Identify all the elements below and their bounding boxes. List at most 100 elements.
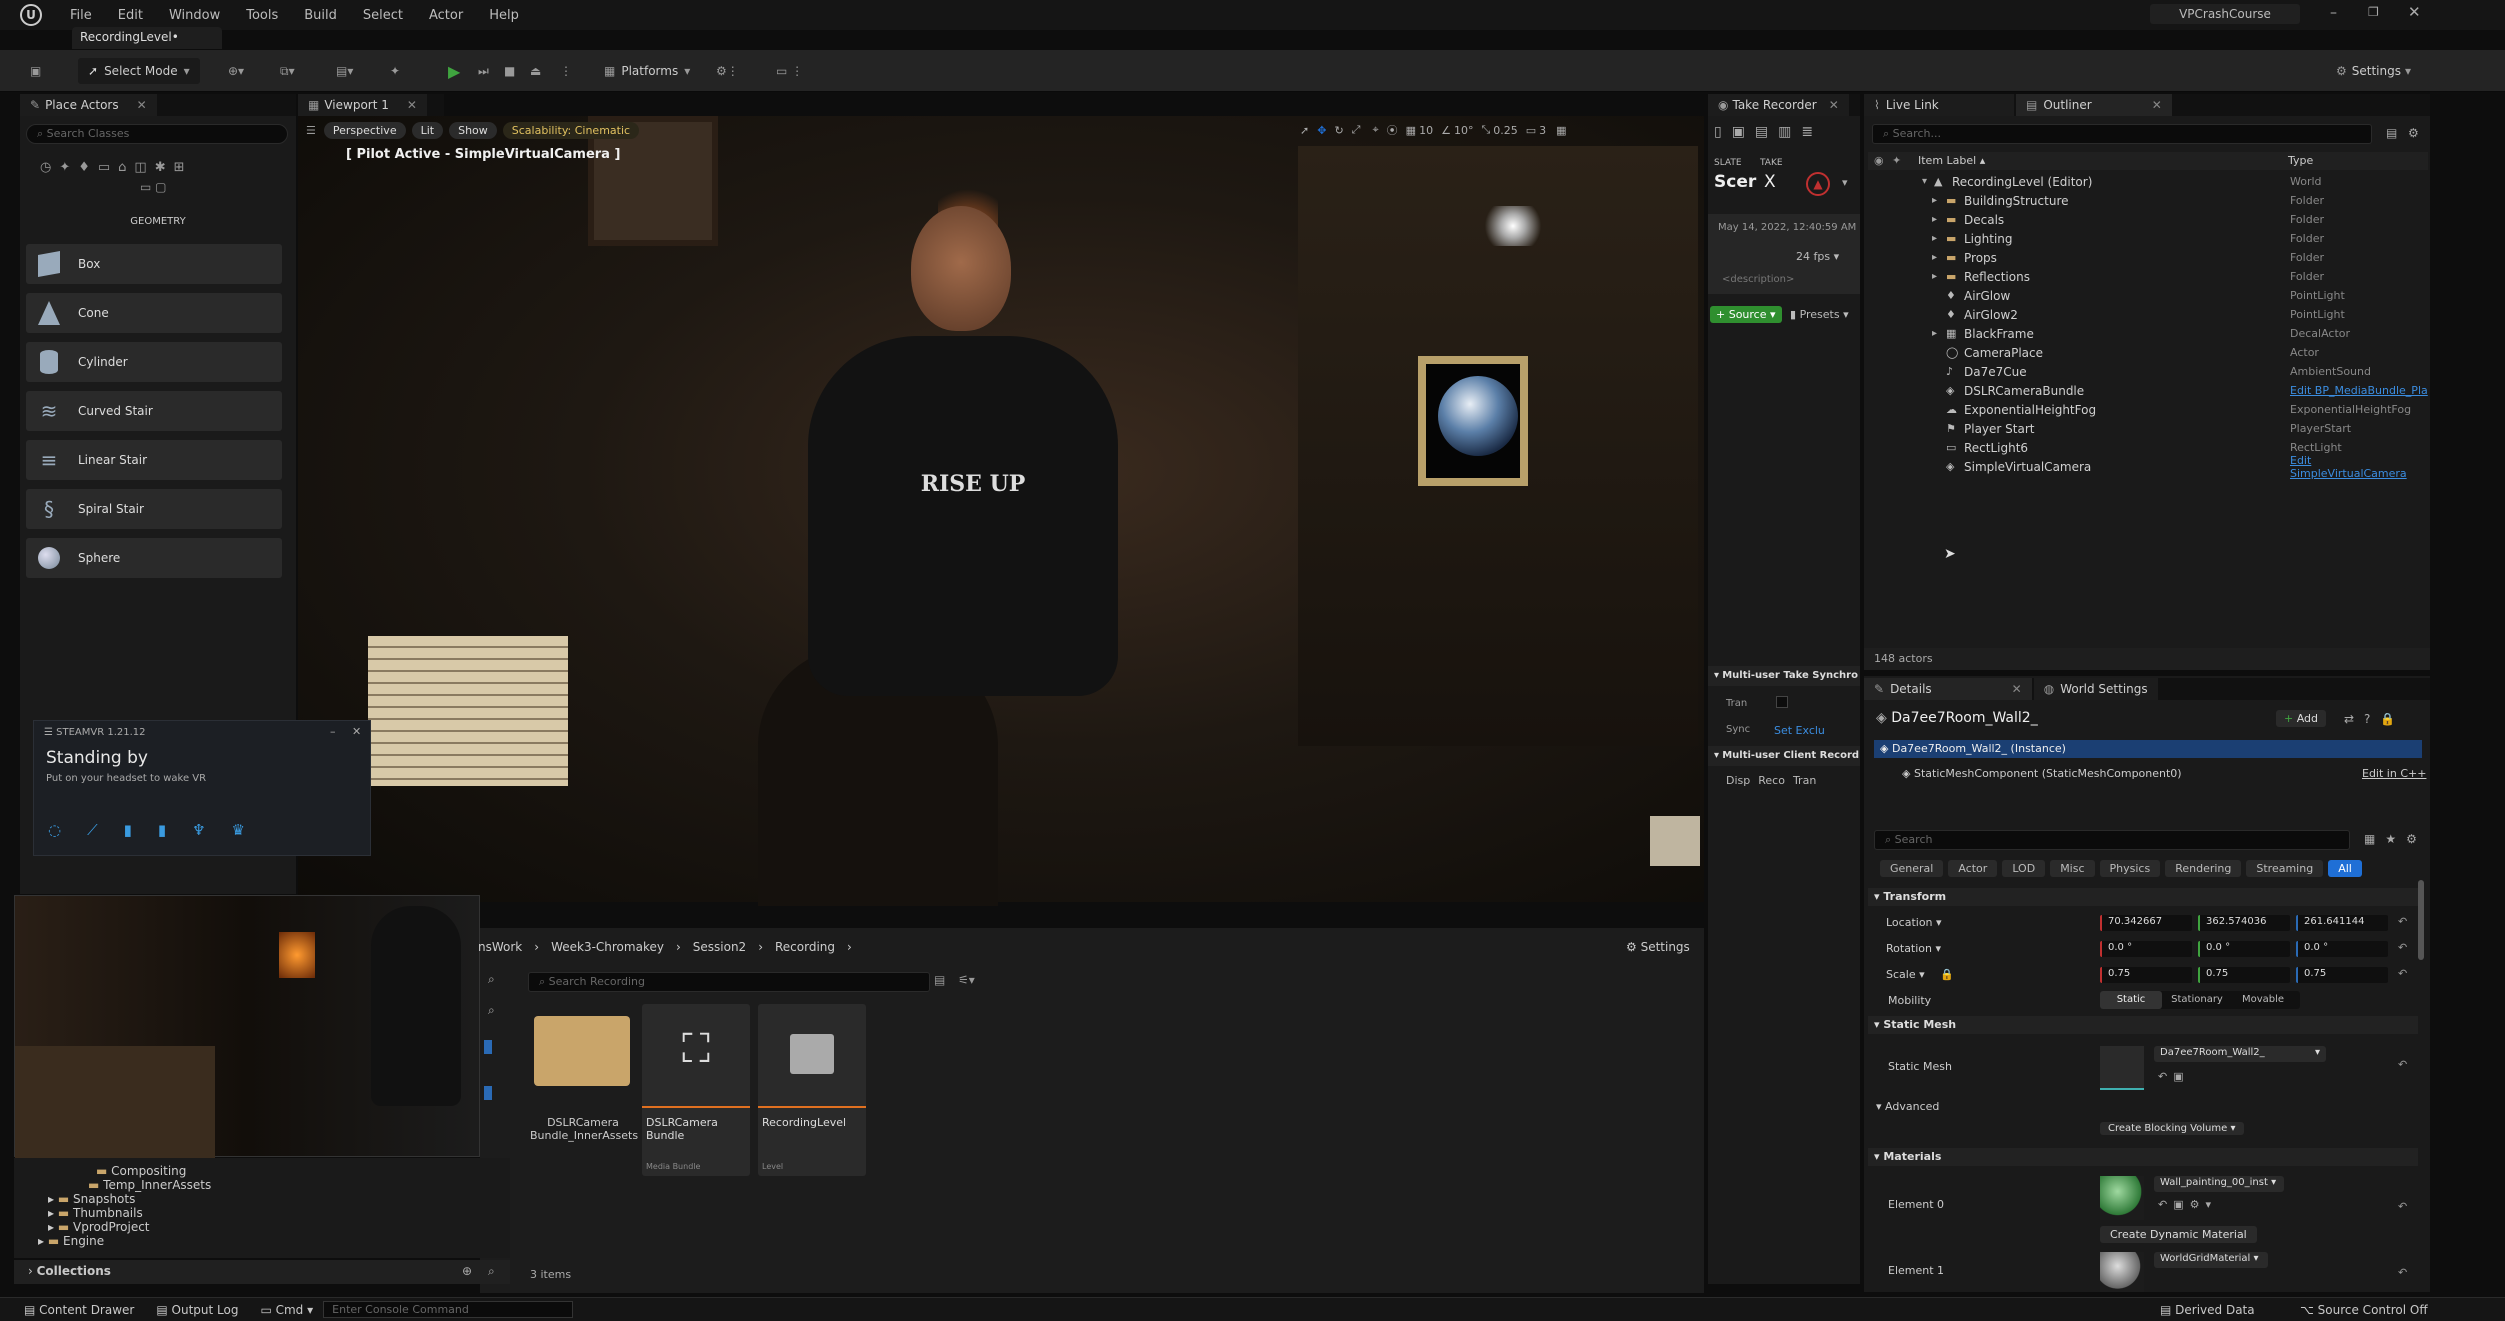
- rotation-y-field[interactable]: 0.0 °: [2198, 941, 2290, 957]
- breadcrumb-item[interactable]: nsWork: [478, 940, 522, 954]
- source-control-icon[interactable]: ⚙⋮: [716, 58, 739, 84]
- asset-tile-recording-level[interactable]: RecordingLevel Level: [758, 1004, 866, 1176]
- surface-snap-icon[interactable]: ⦿: [1387, 122, 1398, 138]
- static-mesh-picker[interactable]: Da7ee7Room_Wall2_ ▾: [2154, 1046, 2326, 1062]
- filter-icon[interactable]: ⚟▾: [958, 973, 975, 987]
- mobility-static[interactable]: Static: [2100, 991, 2162, 1009]
- location-dropdown[interactable]: Location ▾: [1886, 916, 1942, 929]
- cinematics-icon[interactable]: ▤▾: [336, 58, 353, 84]
- outliner-row[interactable]: ◈ SimpleVirtualCamera Edit SimpleVirtualCa…: [1870, 454, 2430, 480]
- content-drawer-button[interactable]: ▤ Content Drawer: [24, 1303, 134, 1317]
- presets-button[interactable]: ▮ Presets ▾: [1790, 308, 1849, 321]
- filter-general[interactable]: General: [1880, 860, 1944, 877]
- location-x-field[interactable]: 70.342667: [2100, 915, 2192, 931]
- filter-rendering[interactable]: Rendering: [2165, 860, 2242, 877]
- close-icon[interactable]: ✕: [407, 98, 417, 112]
- static-mesh-section[interactable]: ▾ Static Mesh: [1868, 1016, 2418, 1034]
- add-folder-icon[interactable]: ▤: [2386, 126, 2397, 140]
- outliner-row[interactable]: ▸ ▬ Decals Folder: [1870, 210, 2430, 229]
- save-search-icon[interactable]: ▤: [934, 973, 945, 987]
- add-collection-icon[interactable]: ⊕: [462, 1264, 472, 1278]
- instance-row[interactable]: ◈ Da7ee7Room_Wall2_ (Instance): [1874, 740, 2422, 758]
- scale-snap-value[interactable]: 0.25: [1493, 124, 1518, 137]
- menu-help[interactable]: Help: [489, 8, 519, 23]
- filter-lod[interactable]: LOD: [2002, 860, 2046, 877]
- outliner-row-type[interactable]: Edit BP_MediaBundle_Pla: [2290, 384, 2428, 397]
- material-browse-icons[interactable]: ↶▣⚙▾: [2158, 1198, 2217, 1211]
- camera-speed-value[interactable]: 3: [1539, 124, 1546, 137]
- breadcrumb-item[interactable]: Session2: [693, 940, 746, 954]
- outliner-row[interactable]: ▸ ▦ BlackFrame DecalActor: [1870, 324, 2430, 343]
- outliner-row[interactable]: ☁ ExponentialHeightFog ExponentialHeightFo…: [1870, 400, 2430, 419]
- filter-actor[interactable]: Actor: [1948, 860, 1998, 877]
- tree-folder[interactable]: ▬ Compositing: [96, 1164, 186, 1178]
- filter-all[interactable]: All: [2328, 860, 2362, 877]
- cmd-dropdown[interactable]: ▭ Cmd ▾: [260, 1303, 313, 1317]
- reset-rotation-icon[interactable]: ↶: [2398, 941, 2407, 954]
- source-control-button[interactable]: ⌥ Source Control Off: [2300, 1303, 2428, 1317]
- location-y-field[interactable]: 362.574036: [2198, 915, 2290, 931]
- menu-actor[interactable]: Actor: [429, 8, 463, 23]
- visibility-icon[interactable]: ◉: [1874, 154, 1884, 167]
- expand-arrow-icon[interactable]: ▸: [1932, 271, 1937, 282]
- expand-arrow-icon[interactable]: ▸: [1932, 328, 1937, 339]
- search-classes-input[interactable]: ⌕ Search Classes: [26, 124, 288, 144]
- source-button[interactable]: + Source ▾: [1710, 306, 1782, 323]
- scale-dropdown[interactable]: Scale ▾ 🔒: [1886, 968, 1954, 981]
- component-row[interactable]: ◈ StaticMeshComponent (StaticMeshCompone…: [1902, 767, 2182, 780]
- details-search-input[interactable]: ⌕ Search: [1874, 830, 2350, 850]
- outliner-row[interactable]: ⚑ Player Start PlayerStart: [1870, 419, 2430, 438]
- asset-tile-inner-assets[interactable]: DSLRCamera Bundle_InnerAssets: [530, 1004, 638, 1162]
- rotate-tool-icon[interactable]: ↻: [1334, 124, 1343, 137]
- tab-world-settings[interactable]: ◍ World Settings: [2033, 678, 2158, 700]
- outliner-row[interactable]: ▸ ▬ BuildingStructure Folder: [1870, 191, 2430, 210]
- lit-button[interactable]: Lit: [411, 121, 444, 139]
- scale-x-field[interactable]: 0.75: [2100, 967, 2192, 983]
- show-button[interactable]: Show: [449, 121, 497, 139]
- advanced-section[interactable]: ▾ Advanced: [1876, 1100, 1939, 1113]
- output-log-button[interactable]: ▤ Output Log: [156, 1303, 238, 1317]
- set-exclu-link[interactable]: Set Exclu: [1774, 724, 1825, 737]
- rotation-z-field[interactable]: 0.0 °: [2296, 941, 2388, 957]
- place-item-cone[interactable]: Cone: [26, 293, 282, 333]
- place-item-box[interactable]: Box: [26, 244, 282, 284]
- reset-scale-icon[interactable]: ↶: [2398, 967, 2407, 980]
- advance-frame-icon[interactable]: ⏭: [478, 58, 489, 84]
- outliner-row[interactable]: ♦ AirGlow2 PointLight: [1870, 305, 2430, 324]
- angle-snap-icon[interactable]: ∠: [1441, 124, 1451, 137]
- tran-checkbox[interactable]: [1776, 696, 1788, 708]
- tree-folder[interactable]: ▸ ▬ Snapshots: [48, 1192, 135, 1206]
- platforms-dropdown[interactable]: ▦ Platforms ▾: [604, 58, 690, 84]
- perspective-button[interactable]: Perspective: [323, 121, 406, 139]
- outliner-search-input[interactable]: ⌕ Search...: [1872, 124, 2372, 144]
- play-options-icon[interactable]: ⋮: [560, 58, 572, 84]
- menu-tools[interactable]: Tools: [246, 8, 278, 23]
- pin-icon[interactable]: ✦: [1892, 154, 1901, 167]
- grid-snap-icon[interactable]: ▦: [1406, 124, 1416, 137]
- tab-live-link[interactable]: ⌇ Live Link: [1864, 94, 2014, 116]
- material-picker[interactable]: WorldGridMaterial ▾: [2154, 1252, 2268, 1268]
- scale-z-field[interactable]: 0.75: [2296, 967, 2388, 983]
- material-picker[interactable]: Wall_painting_00_inst ▾: [2154, 1176, 2284, 1192]
- filter-misc[interactable]: Misc: [2050, 860, 2095, 877]
- overflow-icon[interactable]: ▭ ⋮: [776, 58, 803, 84]
- expand-arrow-icon[interactable]: ▸: [1932, 195, 1937, 206]
- record-button[interactable]: ▲: [1806, 172, 1830, 196]
- scale-y-field[interactable]: 0.75: [2198, 967, 2290, 983]
- expand-arrow-icon[interactable]: ▾: [1922, 176, 1927, 187]
- scalability-badge[interactable]: Scalability: Cinematic: [502, 121, 640, 139]
- take-value[interactable]: X: [1764, 172, 1776, 192]
- edit-cpp-link[interactable]: Edit in C++: [2362, 767, 2426, 780]
- hamburger-icon[interactable]: ☰: [306, 124, 316, 137]
- place-item-sphere[interactable]: Sphere: [26, 538, 282, 578]
- tree-folder[interactable]: ▸ ▬ VprodProject: [48, 1220, 150, 1234]
- blueprint-icon[interactable]: ⧉▾: [280, 58, 295, 84]
- steamvr-close-icon[interactable]: ✕: [352, 725, 361, 738]
- mobility-movable[interactable]: Movable: [2232, 991, 2294, 1009]
- mesh-browse-icons[interactable]: ↶▣: [2158, 1070, 2190, 1083]
- play-button[interactable]: ▶: [448, 58, 460, 84]
- expand-arrow-icon[interactable]: ▸: [1932, 252, 1937, 263]
- record-options-icon[interactable]: ▾: [1842, 176, 1848, 189]
- tree-folder[interactable]: ▸ ▬ Engine: [38, 1234, 104, 1248]
- place-extra-icons[interactable]: ▭ ▢: [140, 180, 167, 194]
